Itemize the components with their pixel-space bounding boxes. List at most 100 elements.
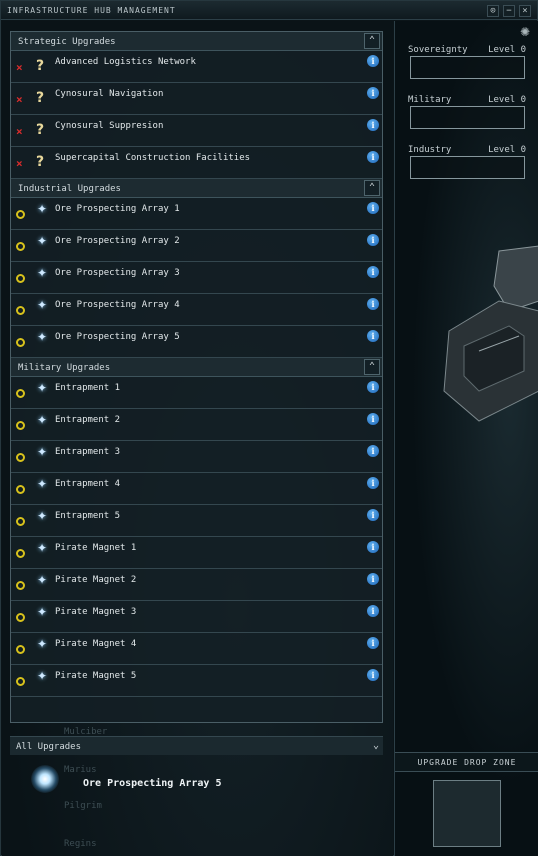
upgrade-drop-slot[interactable] xyxy=(433,780,501,847)
list-item[interactable]: ✦ Entrapment 2 i xyxy=(11,409,382,441)
section-header-strategic[interactable]: Strategic Upgrades ⌃ xyxy=(11,32,382,51)
list-item[interactable]: ✦ Ore Prospecting Array 2 i xyxy=(11,230,382,262)
list-item[interactable]: ✦ Pirate Magnet 1 i xyxy=(11,537,382,569)
list-item[interactable]: ×? Supercapital Construction Facilities i xyxy=(11,147,382,179)
star-icon: ✦ xyxy=(37,234,48,248)
chevron-down-icon[interactable]: ⌄ xyxy=(373,740,379,751)
unavailable-icon: × xyxy=(16,93,23,106)
list-item[interactable]: ✦ Entrapment 5 i xyxy=(11,505,382,537)
drop-zone-title: UPGRADE DROP ZONE xyxy=(417,758,517,767)
section-header-industrial[interactable]: Industrial Upgrades ⌃ xyxy=(11,179,382,198)
upgrade-name: Ore Prospecting Array 3 xyxy=(55,268,180,278)
info-icon[interactable]: i xyxy=(367,119,379,131)
available-icon xyxy=(16,453,25,462)
ghost-text: Pilgrim xyxy=(64,801,102,811)
pin-button[interactable]: ⊙ xyxy=(487,5,499,17)
available-icon xyxy=(16,549,25,558)
info-icon[interactable]: i xyxy=(367,477,379,489)
info-icon[interactable]: i xyxy=(367,605,379,617)
upgrade-name: Entrapment 5 xyxy=(55,511,121,521)
upgrade-list-panel[interactable]: Strategic Upgrades ⌃ ×? Advanced Logistic… xyxy=(10,31,383,723)
section-title: Military Upgrades xyxy=(18,363,111,373)
star-icon: ✦ xyxy=(37,202,48,216)
index-label: Sovereignty xyxy=(408,45,468,55)
info-icon[interactable]: i xyxy=(367,573,379,585)
upgrade-name: Supercapital Construction Facilities xyxy=(55,153,251,163)
list-item[interactable]: ×? Cynosural Suppresion i xyxy=(11,115,382,147)
info-icon[interactable]: i xyxy=(367,87,379,99)
available-icon xyxy=(16,485,25,494)
info-icon[interactable]: i xyxy=(367,381,379,393)
star-icon: ✦ xyxy=(37,637,48,651)
info-icon[interactable]: i xyxy=(367,234,379,246)
close-button[interactable]: × xyxy=(519,5,531,17)
star-icon: ✦ xyxy=(37,266,48,280)
drop-zone-header: UPGRADE DROP ZONE xyxy=(395,752,538,772)
upgrade-name: Ore Prospecting Array 2 xyxy=(55,236,180,246)
window-title: INFRASTRUCTURE HUB MANAGEMENT xyxy=(7,6,176,15)
list-item[interactable]: ✦ Ore Prospecting Array 4 i xyxy=(11,294,382,326)
info-icon[interactable]: i xyxy=(367,637,379,649)
info-icon[interactable]: i xyxy=(367,445,379,457)
title-bar[interactable]: INFRASTRUCTURE HUB MANAGEMENT ⊙ − × xyxy=(1,1,537,20)
question-mark-icon: ? xyxy=(36,58,45,74)
list-item[interactable]: ✦ Ore Prospecting Array 5 i xyxy=(11,326,382,358)
star-icon xyxy=(31,765,59,793)
upgrade-name: Ore Prospecting Array 4 xyxy=(55,300,180,310)
unavailable-icon: × xyxy=(16,61,23,74)
list-item[interactable]: ✦ Entrapment 4 i xyxy=(11,473,382,505)
star-icon: ✦ xyxy=(37,330,48,344)
unavailable-icon: × xyxy=(16,125,23,138)
list-item[interactable]: ✦ Pirate Magnet 3 i xyxy=(11,601,382,633)
upgrade-name: Cynosural Navigation xyxy=(55,89,164,99)
list-item[interactable]: ✦ Pirate Magnet 2 i xyxy=(11,569,382,601)
star-icon: ✦ xyxy=(37,445,48,459)
upgrade-name: Ore Prospecting Array 1 xyxy=(55,204,180,214)
list-item[interactable]: ✦ Pirate Magnet 5 i xyxy=(11,665,382,697)
star-icon: ✦ xyxy=(37,509,48,523)
list-item[interactable]: ✦ Ore Prospecting Array 3 i xyxy=(11,262,382,294)
index-label: Industry xyxy=(408,145,452,155)
list-item[interactable]: ✦ Pirate Magnet 4 i xyxy=(11,633,382,665)
available-icon xyxy=(16,338,25,347)
star-icon: ✦ xyxy=(37,669,48,683)
section-title: Strategic Upgrades xyxy=(18,37,116,47)
available-icon xyxy=(16,581,25,590)
info-icon[interactable]: i xyxy=(367,509,379,521)
chevron-up-icon[interactable]: ⌃ xyxy=(364,180,380,196)
list-item[interactable]: ×? Cynosural Navigation i xyxy=(11,83,382,115)
list-item[interactable]: ×? Advanced Logistics Network i xyxy=(11,51,382,83)
minimize-button[interactable]: − xyxy=(503,5,515,17)
infrastructure-hub-window: INFRASTRUCTURE HUB MANAGEMENT ⊙ − × Mulc… xyxy=(0,0,538,856)
chevron-up-icon[interactable]: ⌃ xyxy=(364,33,380,49)
info-icon[interactable]: i xyxy=(367,151,379,163)
info-icon[interactable]: i xyxy=(367,669,379,681)
available-icon xyxy=(16,677,25,686)
list-item[interactable]: ✦ Entrapment 3 i xyxy=(11,441,382,473)
list-item[interactable]: ✦ Ore Prospecting Array 1 i xyxy=(11,198,382,230)
available-icon xyxy=(16,645,25,654)
star-icon: ✦ xyxy=(37,477,48,491)
info-icon[interactable]: i xyxy=(367,413,379,425)
loading-spinner-icon: ✺ xyxy=(519,25,530,39)
question-mark-icon: ? xyxy=(36,90,45,106)
info-icon[interactable]: i xyxy=(367,298,379,310)
info-icon[interactable]: i xyxy=(367,202,379,214)
list-item[interactable]: ✦ Entrapment 1 i xyxy=(11,377,382,409)
all-upgrades-header[interactable]: All Upgrades ⌄ xyxy=(10,736,383,755)
star-icon: ✦ xyxy=(37,298,48,312)
question-mark-icon: ? xyxy=(36,122,45,138)
chevron-up-icon[interactable]: ⌃ xyxy=(364,359,380,375)
upgrade-name: Pirate Magnet 2 xyxy=(55,575,137,585)
selected-upgrade-name[interactable]: Ore Prospecting Array 5 xyxy=(83,778,221,789)
info-icon[interactable]: i xyxy=(367,330,379,342)
info-icon[interactable]: i xyxy=(367,266,379,278)
ghost-text: Marius xyxy=(64,765,97,775)
upgrade-name: Entrapment 4 xyxy=(55,479,121,489)
section-header-military[interactable]: Military Upgrades ⌃ xyxy=(11,358,382,377)
index-level: Level 0 xyxy=(488,45,526,55)
available-icon xyxy=(16,242,25,251)
available-icon xyxy=(16,274,25,283)
info-icon[interactable]: i xyxy=(367,541,379,553)
info-icon[interactable]: i xyxy=(367,55,379,67)
